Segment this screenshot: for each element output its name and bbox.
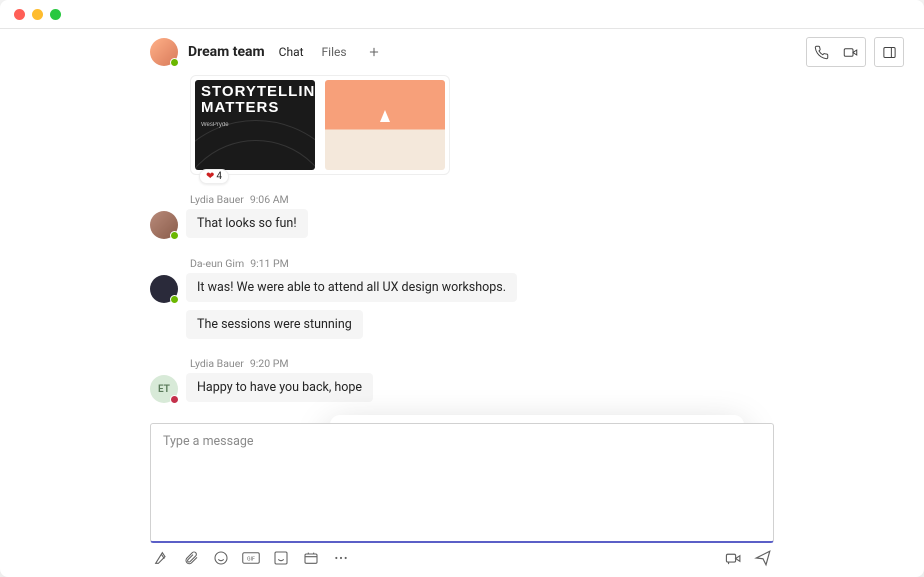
presence-indicator — [170, 231, 179, 240]
format-button[interactable] — [152, 549, 170, 567]
window-minimize-button[interactable] — [32, 9, 43, 20]
send-button[interactable] — [754, 549, 772, 567]
window-titlebar — [0, 0, 924, 28]
avatar[interactable]: ET — [150, 375, 178, 403]
svg-text:GIF: GIF — [247, 556, 255, 562]
reaction-badge[interactable]: ❤ 4 — [199, 169, 229, 184]
chat-header: Dream team Chat Files — [0, 29, 924, 75]
emoji-button[interactable] — [212, 549, 230, 567]
sender-name: Lydia Bauer — [190, 357, 244, 370]
message-group: Da-eun Gim 9:11 PM It was! We were able … — [150, 257, 774, 339]
window-close-button[interactable] — [14, 9, 25, 20]
chat-body: STORYTELLING MATTERS WesPryde ❤ 4 Lydia … — [0, 75, 924, 423]
sticker-button[interactable] — [272, 549, 290, 567]
compose-area: Type a message GIF — [0, 423, 924, 577]
attachment-thumbnail-1[interactable]: STORYTELLING MATTERS WesPryde — [195, 80, 315, 170]
window-zoom-button[interactable] — [50, 9, 61, 20]
chat-title: Dream team — [188, 44, 265, 60]
message-group: Lydia Bauer 9:20 PM ET Happy to have you… — [150, 357, 774, 403]
video-clip-button[interactable] — [724, 549, 742, 567]
tab-files[interactable]: Files — [318, 43, 351, 61]
message-time: 9:11 PM — [250, 257, 289, 270]
ask-ai-popup: Ask AI Draft a written summary of the ke… — [330, 415, 744, 423]
placeholder-text: Type a message — [163, 434, 254, 449]
message-bubble[interactable]: Happy to have you back, hope — [186, 373, 373, 402]
reaction-count: 4 — [216, 171, 222, 182]
sender-name: Lydia Bauer — [190, 193, 244, 206]
message-bubble[interactable]: It was! We were able to attend all UX de… — [186, 273, 517, 302]
presence-indicator — [170, 295, 179, 304]
open-panel-button[interactable] — [874, 37, 904, 67]
message-time: 9:20 PM — [250, 357, 289, 370]
message-time: 9:06 AM — [250, 193, 289, 206]
attachment-thumbnail-2[interactable] — [325, 80, 445, 170]
avatar-initials: ET — [158, 384, 170, 395]
poster-line1: STORYTELLING — [201, 84, 309, 100]
call-buttons-group — [806, 37, 866, 67]
app-window: Dream team Chat Files STORYTELLING — [0, 0, 924, 577]
attachment-gallery[interactable]: STORYTELLING MATTERS WesPryde ❤ 4 — [190, 75, 450, 175]
presence-indicator — [170, 395, 179, 404]
poster-line2: MATTERS — [201, 100, 309, 116]
avatar[interactable] — [150, 275, 178, 303]
message-bubble[interactable]: The sessions were stunning — [186, 310, 363, 339]
more-button[interactable] — [332, 549, 350, 567]
audio-call-button[interactable] — [807, 45, 836, 60]
presence-indicator — [170, 58, 179, 67]
add-tab-button[interactable] — [361, 43, 387, 61]
chat-avatar[interactable] — [150, 38, 178, 66]
gif-button[interactable]: GIF — [242, 549, 260, 567]
attach-button[interactable] — [182, 549, 200, 567]
message-group: Lydia Bauer 9:06 AM That looks so fun! — [150, 193, 774, 239]
message-input[interactable]: Type a message — [150, 423, 774, 543]
heart-icon: ❤ — [206, 171, 214, 182]
sender-name: Da-eun Gim — [190, 257, 244, 270]
message-bubble[interactable]: That looks so fun! — [186, 209, 308, 238]
tab-chat[interactable]: Chat — [275, 43, 308, 61]
compose-toolbar: GIF — [150, 543, 774, 567]
apps-button[interactable] — [302, 549, 320, 567]
avatar[interactable] — [150, 211, 178, 239]
video-call-button[interactable] — [836, 45, 865, 60]
